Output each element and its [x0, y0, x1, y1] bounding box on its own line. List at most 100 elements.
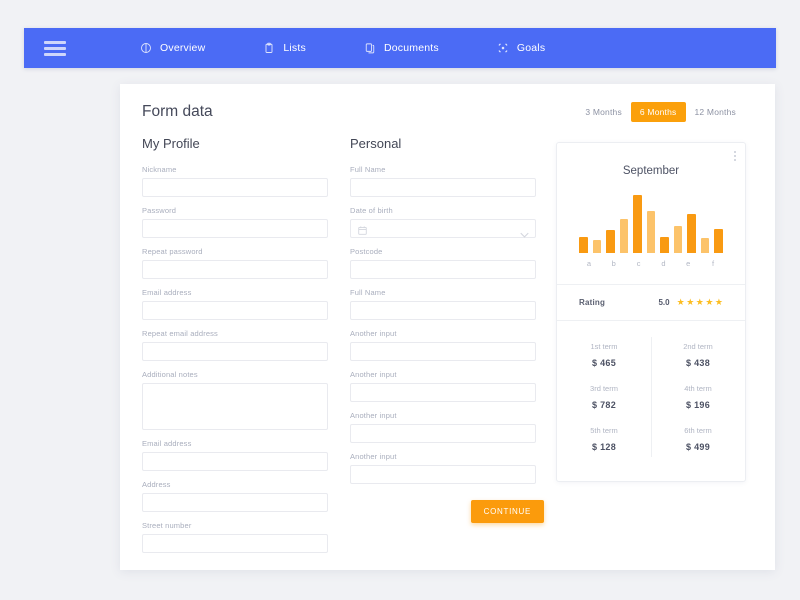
star-icon: ★ [695, 297, 704, 307]
field-repeat-password: Repeat password [142, 247, 342, 279]
pie-contrast-icon [140, 42, 152, 54]
field-street-number: Street number [142, 521, 342, 553]
label-another-input-2: Another input [350, 370, 397, 379]
x-label-c: c [636, 259, 641, 268]
hamburger-icon[interactable] [44, 40, 66, 56]
label-password: Password [142, 206, 177, 215]
term-value: $ 465 [591, 358, 617, 368]
field-another-input-1: Another input [350, 329, 550, 361]
field-repeat-email-address: Repeat email address [142, 329, 342, 361]
chart-title: September [622, 165, 680, 177]
select-date-of-birth[interactable] [350, 219, 536, 238]
nav-label-goals: Goals [516, 42, 546, 54]
input-repeat-email-address[interactable] [142, 342, 328, 361]
bar-b-light [619, 218, 629, 253]
label-street-number: Street number [142, 521, 192, 530]
nav-item-lists[interactable]: Lists [263, 42, 306, 54]
field-email-address-2: Email address [142, 439, 342, 471]
field-another-input-2: Another input [350, 370, 550, 402]
input-full-name[interactable] [350, 178, 536, 197]
term-item: 5th term $ 128 [557, 419, 651, 461]
input-another-input-2[interactable] [350, 383, 536, 402]
label-full-name: Full Name [350, 165, 386, 174]
column-personal: Personal Full Name Date of birth Postcod… [350, 136, 550, 562]
top-navbar: Overview Lists Documents Goals [24, 28, 776, 68]
input-nickname[interactable] [142, 178, 328, 197]
column-my-profile: My Profile Nickname Password Repeat pass… [142, 136, 342, 562]
rating-row: Rating 5.0 ★ ★ ★ ★ ★ [557, 285, 745, 320]
input-postcode[interactable] [350, 260, 536, 279]
input-email-address-2[interactable] [142, 452, 328, 471]
nav-item-goals[interactable]: Goals [497, 42, 545, 54]
nav-item-documents[interactable]: Documents [364, 42, 439, 54]
term-item: 1st term $ 465 [557, 335, 651, 377]
term-item: 3rd term $ 782 [557, 377, 651, 419]
label-email-address: Email address [142, 288, 192, 297]
section-title-my-profile: My Profile [142, 136, 200, 151]
field-nickname: Nickname [142, 165, 342, 197]
continue-button[interactable]: CONTINUE [470, 500, 544, 523]
nav-label-documents: Documents [383, 42, 439, 54]
term-item: 4th term $ 196 [651, 377, 745, 419]
calendar-icon [357, 223, 368, 241]
input-email-address[interactable] [142, 301, 328, 320]
bar-d-light [673, 225, 683, 253]
input-street-number[interactable] [142, 534, 328, 553]
bar-a-light [592, 240, 602, 253]
tab-12-months[interactable]: 12 Months [686, 102, 746, 122]
kebab-menu-icon[interactable] [734, 151, 736, 161]
x-label-f: f [712, 259, 715, 268]
star-icon: ★ [714, 297, 723, 307]
label-another-input-3: Another input [350, 411, 397, 420]
label-email-address-2: Email address [142, 439, 192, 448]
label-nickname: Nickname [142, 165, 177, 174]
input-another-input-1[interactable] [350, 342, 536, 361]
input-another-input-3[interactable] [350, 424, 536, 443]
input-repeat-password[interactable] [142, 260, 328, 279]
nav-label-overview: Overview [160, 42, 206, 54]
field-full-name-2: Full Name [350, 288, 550, 320]
input-another-input-4[interactable] [350, 465, 536, 484]
label-repeat-password: Repeat password [142, 247, 203, 256]
label-date-of-birth: Date of birth [350, 206, 393, 215]
input-additional-notes[interactable] [142, 383, 328, 430]
field-password: Password [142, 206, 342, 238]
target-icon [497, 42, 509, 54]
label-another-input-1: Another input [350, 329, 397, 338]
bar-e-dark [687, 213, 696, 253]
nav-item-overview[interactable]: Overview [140, 42, 205, 54]
bar-e-light [700, 238, 710, 253]
term-label: 6th term [684, 426, 712, 435]
tab-6-months[interactable]: 6 Months [630, 102, 686, 122]
app-page: Overview Lists Documents Goals Form data… [0, 0, 800, 600]
term-value: $ 782 [591, 400, 617, 410]
x-label-e: e [686, 259, 691, 268]
term-label: 5th term [590, 426, 618, 435]
label-additional-notes: Additional notes [142, 370, 198, 379]
star-icon: ★ [705, 297, 714, 307]
page-title: Form data [142, 103, 213, 120]
x-label-d: d [661, 259, 666, 268]
term-value: $ 438 [685, 358, 711, 368]
input-password[interactable] [142, 219, 328, 238]
field-full-name: Full Name [350, 165, 550, 197]
term-label: 3rd term [590, 384, 618, 393]
term-label: 1st term [590, 342, 618, 351]
input-full-name-2[interactable] [350, 301, 536, 320]
bar-a-dark [579, 236, 588, 253]
field-postcode: Postcode [350, 247, 550, 279]
continue-row: CONTINUE [350, 500, 544, 523]
tab-3-months[interactable]: 3 Months [576, 102, 631, 122]
x-label-b: b [611, 259, 616, 268]
label-full-name-2: Full Name [350, 288, 386, 297]
field-another-input-3: Another input [350, 411, 550, 443]
bar-f-dark [714, 228, 724, 253]
nav-items: Overview Lists Documents Goals [140, 42, 545, 54]
bar-d-dark [660, 236, 669, 253]
term-item: 6th term $ 499 [651, 419, 745, 461]
chevron-down-icon [520, 225, 529, 243]
input-address[interactable] [142, 493, 328, 512]
label-postcode: Postcode [350, 247, 383, 256]
select-date-of-birth-value[interactable] [350, 219, 536, 238]
rating-label: Rating [579, 298, 606, 307]
